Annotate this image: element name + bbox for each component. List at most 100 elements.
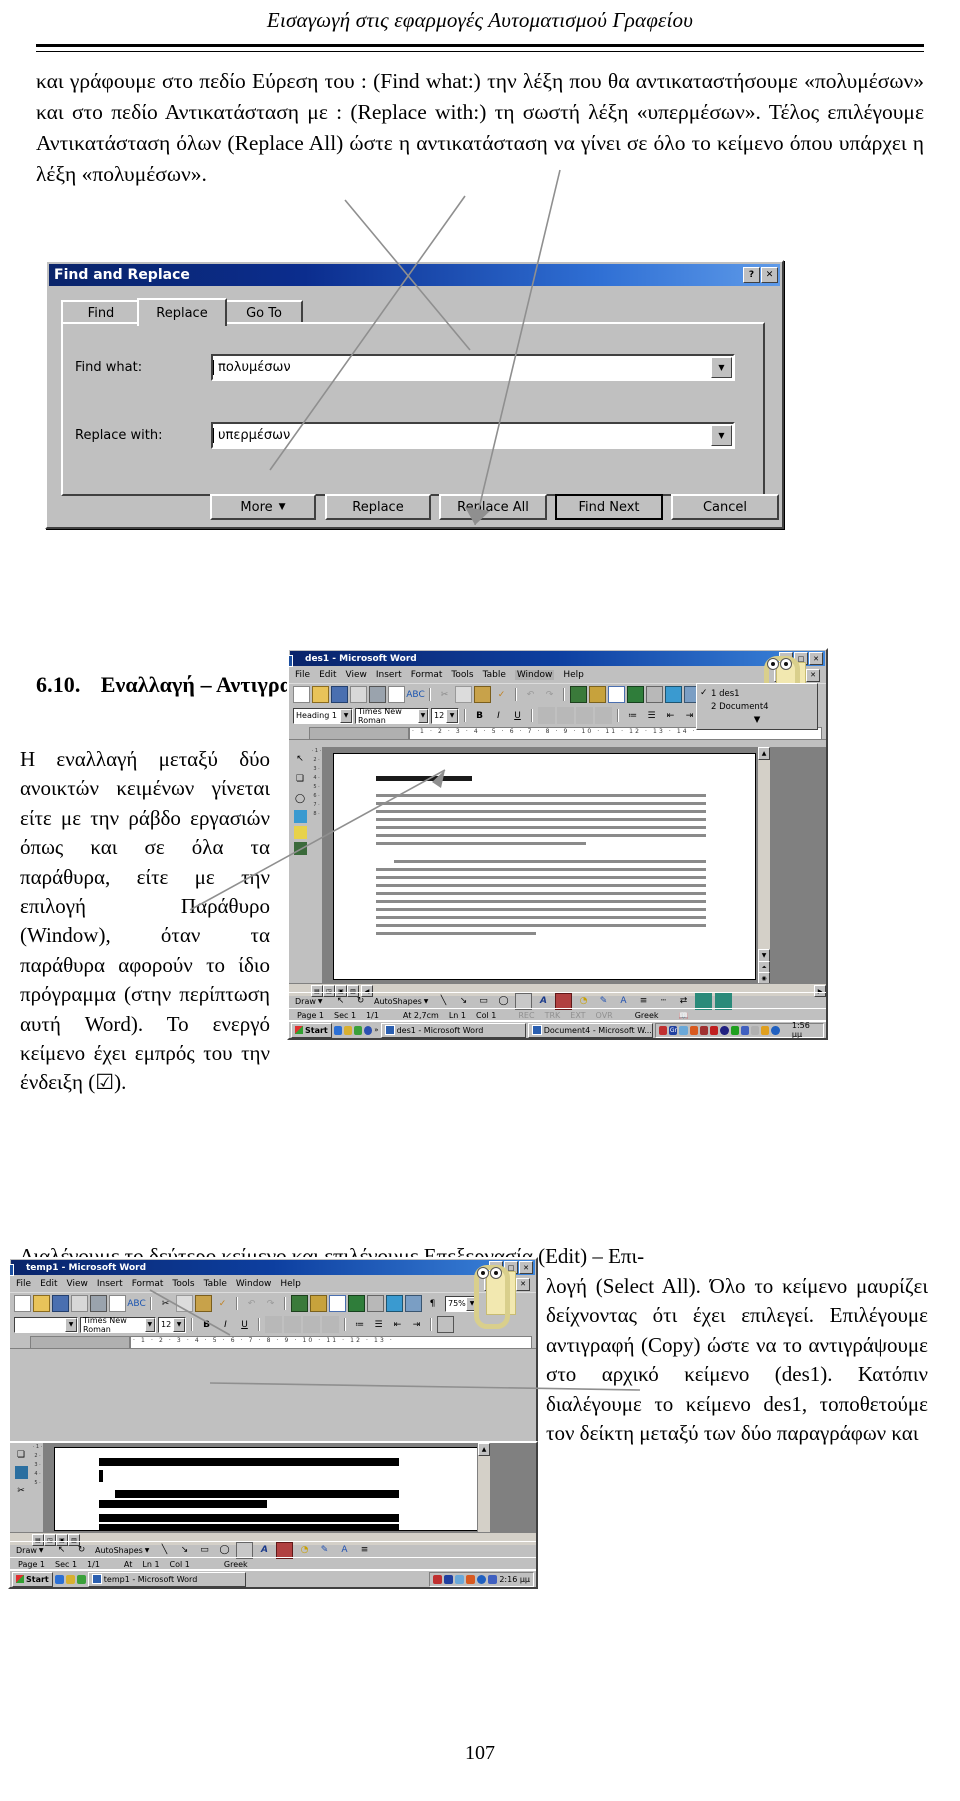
cut-icon[interactable]: ✂ bbox=[436, 686, 453, 703]
email-icon-2[interactable] bbox=[71, 1295, 88, 1312]
start-button[interactable]: Start bbox=[291, 1022, 332, 1038]
quicklaunch-mail-icon[interactable] bbox=[343, 1025, 353, 1035]
open-icon[interactable] bbox=[312, 686, 329, 703]
menu-insert[interactable]: Insert bbox=[376, 670, 402, 680]
arrow-style-icon[interactable]: ⇄ bbox=[675, 993, 692, 1010]
taskbar-item-des1[interactable]: des1 - Microsoft Word bbox=[380, 1022, 526, 1038]
quicklaunch-media-icon[interactable] bbox=[364, 1025, 373, 1035]
menu-help[interactable]: Help bbox=[563, 670, 584, 680]
tray-icon-6[interactable] bbox=[710, 1025, 719, 1035]
free-rotate-icon-2[interactable]: ↻ bbox=[73, 1542, 90, 1559]
tray2-icon-5[interactable] bbox=[477, 1574, 487, 1584]
select-objects-icon[interactable]: ↖ bbox=[292, 750, 309, 767]
print-preview-icon[interactable] bbox=[388, 686, 405, 703]
select-objects-icon-3[interactable]: ↖ bbox=[53, 1542, 70, 1559]
chevron-down-icon-2[interactable]: ▼ bbox=[711, 425, 732, 446]
font-chevron-icon[interactable]: ▼ bbox=[417, 708, 428, 723]
font-color-icon-3[interactable]: A bbox=[336, 1542, 353, 1559]
line-style-icon-2[interactable]: ≡ bbox=[356, 1542, 373, 1559]
menu-table[interactable]: Table bbox=[483, 670, 506, 680]
taskbar-item-document4[interactable]: Document4 - Microsoft W... bbox=[527, 1022, 654, 1038]
menu-view[interactable]: View bbox=[346, 670, 367, 680]
menu-file-2[interactable]: File bbox=[16, 1279, 31, 1289]
draw-menu-2[interactable]: Draw ▼ bbox=[14, 1543, 50, 1557]
italic-icon-2[interactable]: I bbox=[217, 1316, 234, 1333]
style-combo-2[interactable]: ▼ bbox=[14, 1316, 78, 1333]
shadow-style-icon[interactable] bbox=[695, 992, 712, 1010]
style-combo[interactable]: Heading 1 ▼ bbox=[293, 707, 353, 724]
oval-icon[interactable]: ◯ bbox=[495, 993, 512, 1010]
font-combo-2[interactable]: Times New Roman ▼ bbox=[80, 1316, 156, 1334]
tray2-icon-4[interactable] bbox=[466, 1574, 476, 1584]
fill-color-icon-3[interactable]: ◔ bbox=[296, 1542, 313, 1559]
format-painter-icon-2[interactable]: ✓ bbox=[214, 1295, 231, 1312]
clip-art-icon[interactable] bbox=[555, 992, 572, 1010]
volume-icon[interactable] bbox=[740, 1025, 750, 1035]
tab-goto[interactable]: Go To bbox=[225, 300, 303, 324]
decrease-indent-icon[interactable]: ⇤ bbox=[662, 707, 679, 724]
more-button[interactable]: More ▼ bbox=[210, 494, 316, 520]
print-icon-2[interactable] bbox=[90, 1295, 107, 1312]
replace-all-button[interactable]: Replace All bbox=[439, 494, 547, 520]
tray-icon-10[interactable] bbox=[751, 1025, 760, 1035]
quicklaunch-mail-icon-2[interactable] bbox=[65, 1574, 75, 1584]
insert-excel-icon-2[interactable] bbox=[348, 1295, 365, 1312]
temp1-horizontal-ruler[interactable]: · 1 · 2 · 3 · 4 · 5 · 6 · 7 · 8 · 9 · 10… bbox=[10, 1335, 536, 1349]
align-left-icon[interactable] bbox=[538, 707, 555, 724]
status-language[interactable]: Greek bbox=[630, 1011, 664, 1020]
columns-icon[interactable] bbox=[646, 686, 663, 703]
cut-icon-2[interactable]: ✂ bbox=[157, 1295, 174, 1312]
des1-page-canvas[interactable] bbox=[333, 753, 756, 980]
tray-icon-3[interactable] bbox=[679, 1025, 688, 1035]
find-what-input[interactable]: πολυμέσων ▼ bbox=[211, 354, 735, 381]
email-icon[interactable] bbox=[350, 686, 367, 703]
justify-icon-2[interactable] bbox=[322, 1316, 339, 1333]
undo-icon-2[interactable]: ↶ bbox=[243, 1295, 260, 1312]
scroll-up-icon[interactable]: ▲ bbox=[758, 747, 770, 760]
paste-icon[interactable] bbox=[474, 686, 491, 703]
clock-2[interactable]: 2:16 μμ bbox=[499, 1575, 530, 1584]
wordart-icon-2[interactable]: A bbox=[256, 1542, 273, 1559]
replace-button[interactable]: Replace bbox=[325, 494, 431, 520]
dash-style-icon[interactable]: ┄ bbox=[655, 993, 672, 1010]
columns-icon-2[interactable] bbox=[367, 1295, 384, 1312]
menu-insert-2[interactable]: Insert bbox=[97, 1279, 123, 1289]
status-ext[interactable]: EXT bbox=[565, 1011, 590, 1020]
temp1-page-canvas[interactable] bbox=[54, 1447, 478, 1531]
increase-indent-icon-2[interactable]: ⇥ bbox=[408, 1316, 425, 1333]
chevron-down-icon[interactable]: ▼ bbox=[711, 357, 732, 378]
close-icon[interactable]: ✕ bbox=[809, 652, 823, 665]
window-menu-item-des1[interactable]: ✓ 1 des1 bbox=[697, 687, 817, 700]
numbered-list-icon[interactable]: ≔ bbox=[624, 707, 641, 724]
menu-help-2[interactable]: Help bbox=[280, 1279, 301, 1289]
status-language-2[interactable]: Greek bbox=[219, 1560, 253, 1569]
rectangle-icon[interactable]: ▭ bbox=[475, 993, 492, 1010]
cancel-button[interactable]: Cancel bbox=[671, 494, 779, 520]
menu-window-2[interactable]: Window bbox=[236, 1279, 272, 1289]
tray-icon-7[interactable] bbox=[720, 1025, 729, 1035]
style-chevron-icon[interactable]: ▼ bbox=[340, 708, 352, 723]
tray2-icon-3[interactable] bbox=[455, 1574, 465, 1584]
wordart-icon[interactable]: A bbox=[535, 993, 552, 1010]
tray-icon-11[interactable] bbox=[761, 1025, 770, 1035]
fill-color-icon-2[interactable]: ◔ bbox=[575, 993, 592, 1010]
menu-edit[interactable]: Edit bbox=[319, 670, 336, 680]
align-center-icon-2[interactable] bbox=[284, 1316, 301, 1333]
3d-style-icon[interactable] bbox=[715, 992, 732, 1010]
save-icon-2[interactable] bbox=[52, 1295, 69, 1312]
menu-view-2[interactable]: View bbox=[67, 1279, 88, 1289]
print-icon[interactable] bbox=[369, 686, 386, 703]
office-assistant-clippy-2[interactable] bbox=[462, 1261, 518, 1329]
comment-icon[interactable]: ❏ bbox=[292, 770, 309, 787]
hyperlink-icon[interactable] bbox=[570, 686, 587, 703]
font-size-combo-2[interactable]: 12 ▼ bbox=[158, 1316, 186, 1333]
clock[interactable]: 1:56 μμ bbox=[792, 1021, 820, 1038]
des1-vertical-scrollbar[interactable]: ▲ ▼ ⏶ ◉ ⏷ bbox=[757, 747, 770, 996]
justify-icon[interactable] bbox=[595, 707, 612, 724]
draw-menu[interactable]: Draw ▼ bbox=[293, 994, 329, 1008]
tables-and-borders-icon-2[interactable] bbox=[310, 1295, 327, 1312]
ellipse-icon[interactable]: ◯ bbox=[292, 790, 309, 807]
decrease-indent-icon-2[interactable]: ⇤ bbox=[389, 1316, 406, 1333]
text-box-icon-2[interactable] bbox=[236, 1541, 253, 1559]
print-preview-icon-2[interactable] bbox=[109, 1295, 126, 1312]
